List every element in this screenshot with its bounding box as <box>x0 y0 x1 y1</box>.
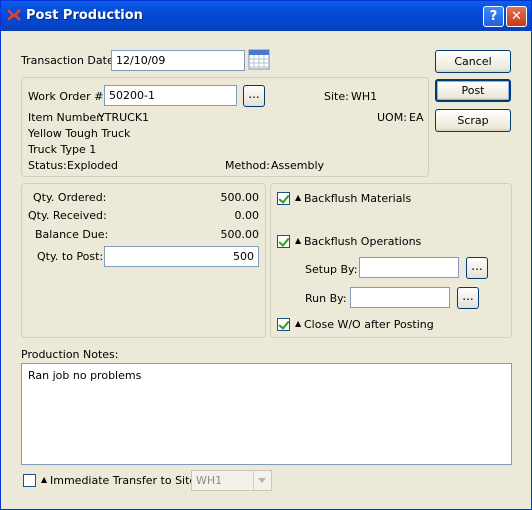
scrap-button[interactable]: Scrap <box>435 109 511 132</box>
backflush-operations-checkbox[interactable] <box>277 235 290 248</box>
uom-label: UOM: <box>377 111 407 124</box>
site-value: WH1 <box>351 90 378 103</box>
balance-due-label: Balance Due: <box>35 228 109 241</box>
qty-ordered-value: 500.00 <box>220 191 260 204</box>
method-value: Assembly <box>271 159 325 172</box>
transaction-date-field[interactable]: 12/10/09 <box>111 50 245 71</box>
backflush-operations-label[interactable]: Backflush Operations <box>304 235 421 248</box>
title-bar[interactable]: Post Production ? ✕ <box>1 1 531 31</box>
work-order-label: Work Order #: <box>28 90 108 103</box>
method-label: Method: <box>225 159 270 172</box>
production-notes-label: Production Notes: <box>21 348 119 361</box>
setup-by-field[interactable] <box>359 257 459 278</box>
item-number-value: YTRUCK1 <box>98 111 150 124</box>
qty-to-post-label: Qty. to Post: <box>37 250 104 263</box>
setup-by-lookup-button[interactable]: ... <box>466 257 488 279</box>
caret-up-icon: ▲ <box>295 319 302 328</box>
qty-received-label: Qty. Received: <box>28 209 107 222</box>
run-by-label: Run By: <box>305 292 347 305</box>
work-order-field[interactable]: 50200-1 <box>104 85 237 106</box>
qty-ordered-label: Qty. Ordered: <box>33 191 107 204</box>
run-by-lookup-button[interactable]: ... <box>457 287 479 309</box>
close-wo-label[interactable]: Close W/O after Posting <box>304 318 434 331</box>
work-order-lookup-button[interactable]: ... <box>243 85 265 107</box>
status-label: Status: <box>28 159 67 172</box>
item-number-label: Item Number: <box>28 111 105 124</box>
immediate-transfer-checkbox[interactable] <box>23 474 36 487</box>
transfer-site-select: WH1 <box>191 470 272 491</box>
status-value: Exploded <box>67 159 118 172</box>
caret-up-icon: ▲ <box>41 475 48 484</box>
post-production-window: Post Production ? ✕ Transaction Date: 12… <box>0 0 532 510</box>
transaction-date-label: Transaction Date: <box>21 54 118 67</box>
production-notes-textarea[interactable]: Ran job no problems <box>21 363 512 465</box>
close-wo-checkbox[interactable] <box>277 318 290 331</box>
balance-due-value: 500.00 <box>220 228 260 241</box>
setup-by-label: Setup By: <box>305 263 358 276</box>
item-description-1: Yellow Tough Truck <box>28 127 131 140</box>
help-button[interactable]: ? <box>483 6 504 27</box>
app-icon <box>7 9 21 21</box>
run-by-field[interactable] <box>350 287 450 308</box>
site-label: Site: <box>324 90 349 103</box>
cancel-button[interactable]: Cancel <box>435 50 511 73</box>
post-button[interactable]: Post <box>435 79 511 102</box>
qty-to-post-field[interactable]: 500 <box>104 246 259 267</box>
chevron-down-icon <box>253 471 271 490</box>
window-title: Post Production <box>26 8 143 23</box>
calendar-icon[interactable] <box>248 49 270 70</box>
caret-up-icon: ▲ <box>295 236 302 245</box>
close-button[interactable]: ✕ <box>506 6 527 27</box>
backflush-materials-label[interactable]: Backflush Materials <box>304 192 411 205</box>
immediate-transfer-label[interactable]: Immediate Transfer to Site: <box>50 474 200 487</box>
item-description-2: Truck Type 1 <box>28 143 97 156</box>
caret-up-icon: ▲ <box>295 193 302 202</box>
backflush-materials-checkbox[interactable] <box>277 192 290 205</box>
qty-received-value: 0.00 <box>234 209 260 222</box>
uom-value: EA <box>409 111 424 124</box>
